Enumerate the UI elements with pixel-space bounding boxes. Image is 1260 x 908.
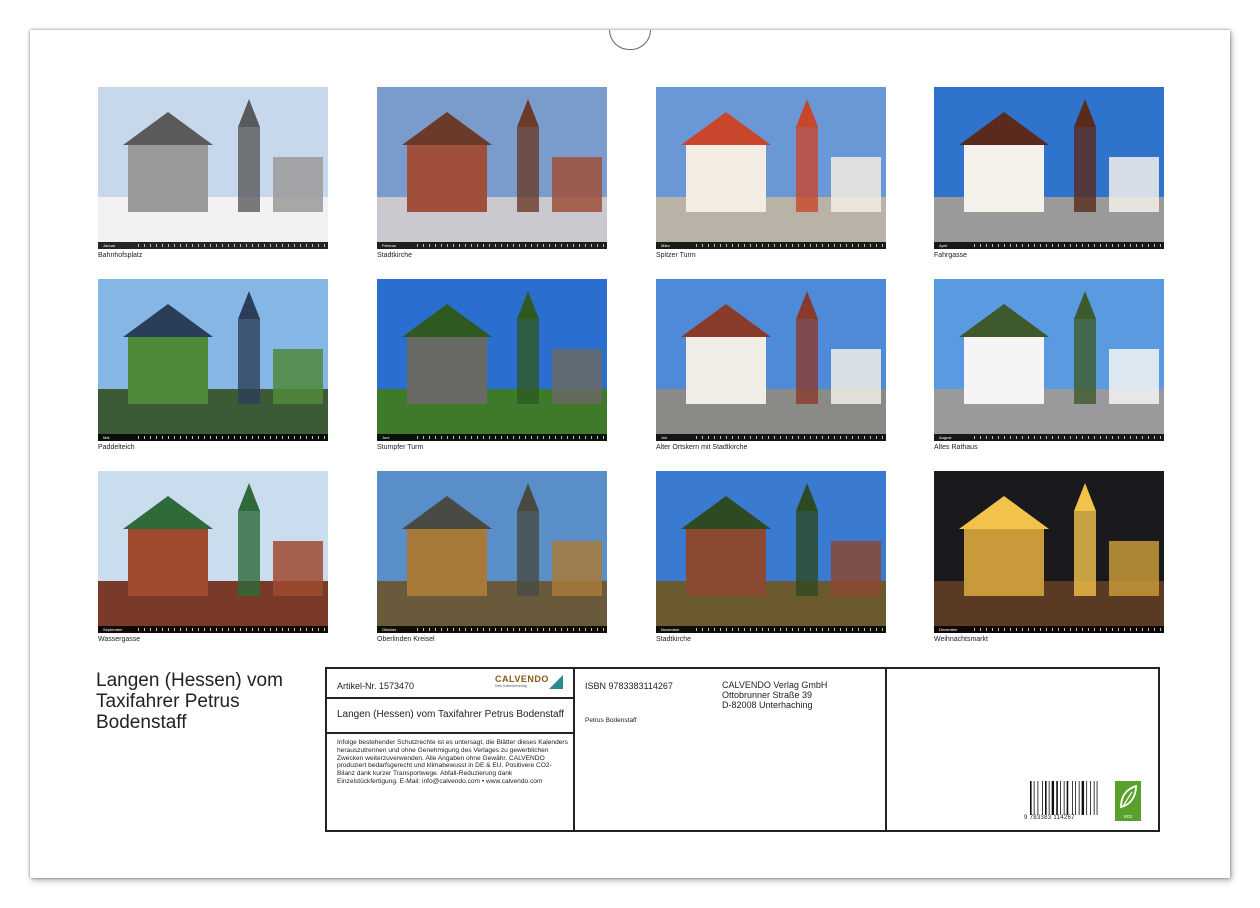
month-label: September	[103, 627, 123, 632]
month-tile: Februar Stadtkirche	[377, 87, 607, 259]
day-grid	[974, 628, 1161, 631]
month-label: Januar	[103, 243, 116, 248]
day-grid	[417, 244, 604, 247]
month-tile: Juli Alter Ortskern mit Stadtkirche	[656, 279, 886, 451]
day-grid	[974, 244, 1161, 247]
month-tile: Mai Paddelteich	[98, 279, 328, 451]
photo-caption: Oberlinden Kreisel	[377, 636, 435, 643]
month-calendar-strip: Mai	[98, 434, 328, 441]
month-calendar-strip: November	[656, 626, 886, 633]
month-calendar-strip: März	[656, 242, 886, 249]
cover-title: Langen (Hessen) vom Taxifahrer Petrus Bo…	[96, 670, 283, 733]
month-label: Mai	[103, 435, 110, 440]
day-grid	[138, 628, 325, 631]
photo-caption: Stumpfer Turm	[377, 444, 424, 451]
month-photo: August	[934, 279, 1164, 441]
month-calendar-strip: April	[934, 242, 1164, 249]
article-row: Artikel-Nr. 1573470 CALVENDO Dein Kalend…	[327, 669, 573, 699]
binding-rings	[0, 0, 1260, 43]
divider	[327, 732, 573, 734]
publisher-address: CALVENDO Verlag GmbH Ottobrunner Straße …	[722, 680, 827, 710]
month-tile: Dezember Weihnachtsmarkt	[934, 471, 1164, 643]
day-grid	[417, 628, 604, 631]
month-calendar-strip: Juli	[656, 434, 886, 441]
month-photo: Juni	[377, 279, 607, 441]
logo-triangle-icon	[549, 675, 563, 689]
eco-label: eco	[1123, 814, 1133, 820]
month-photo: Dezember	[934, 471, 1164, 633]
month-calendar-strip: August	[934, 434, 1164, 441]
month-photo: Oktober	[377, 471, 607, 633]
month-tile: Januar Bahnhofsplatz	[98, 87, 328, 259]
month-photo: März	[656, 87, 886, 249]
barcode-number: 9 783383 114267	[1024, 815, 1075, 821]
month-label: Dezember	[939, 627, 958, 632]
month-tile: April Fahrgasse	[934, 87, 1164, 259]
month-calendar-strip: Februar	[377, 242, 607, 249]
day-grid	[138, 244, 325, 247]
month-photo: September	[98, 471, 328, 633]
month-photo: Januar	[98, 87, 328, 249]
month-label: Juli	[661, 435, 668, 440]
publisher-street: Ottobrunner Straße 39	[722, 690, 813, 700]
month-tile: Juni Stumpfer Turm	[377, 279, 607, 451]
month-tile: März Spitzer Turm	[656, 87, 886, 259]
author-name: Petrus Bodenstaff	[585, 717, 637, 724]
month-label: März	[661, 243, 670, 248]
month-calendar-strip: September	[98, 626, 328, 633]
photo-caption: Weihnachtsmarkt	[934, 636, 988, 643]
photo-caption: Spitzer Turm	[656, 252, 696, 259]
photo-caption: Paddelteich	[98, 444, 135, 451]
publisher-name: CALVENDO Verlag GmbH	[722, 680, 828, 690]
month-photo: Februar	[377, 87, 607, 249]
month-label: August	[939, 435, 952, 440]
photo-caption: Altes Rathaus	[934, 444, 978, 451]
isbn: ISBN 9783383114267	[585, 681, 673, 691]
info-column-middle: ISBN 9783383114267 CALVENDO Verlag GmbH …	[575, 669, 887, 830]
month-tile: Oktober Oberlinden Kreisel	[377, 471, 607, 643]
photo-caption: Bahnhofsplatz	[98, 252, 143, 259]
month-calendar-strip: Dezember	[934, 626, 1164, 633]
month-label: April	[939, 243, 948, 248]
day-grid	[696, 628, 883, 631]
eco-leaf-icon: eco	[1115, 781, 1141, 821]
photo-caption: Alter Ortskern mit Stadtkirche	[656, 444, 748, 451]
day-grid	[696, 436, 883, 439]
month-tile: November Stadtkirche	[656, 471, 886, 643]
month-photo: Juli	[656, 279, 886, 441]
day-grid	[138, 436, 325, 439]
day-grid	[417, 436, 604, 439]
month-photo: April	[934, 87, 1164, 249]
legal-notice: Infolge bestehender Schutzrechte ist es …	[337, 739, 568, 785]
month-label: November	[661, 627, 680, 632]
photo-caption: Wassergasse	[98, 636, 141, 643]
month-calendar-strip: Oktober	[377, 626, 607, 633]
article-number: Artikel-Nr. 1573470	[337, 681, 415, 691]
photo-caption: Stadtkirche	[656, 636, 692, 643]
month-calendar-strip: Juni	[377, 434, 607, 441]
month-label: Oktober	[382, 627, 397, 632]
calendar-title: Langen (Hessen) vom Taxifahrer Petrus Bo…	[337, 709, 564, 720]
photo-caption: Fahrgasse	[934, 252, 968, 259]
day-grid	[974, 436, 1161, 439]
info-column-left: Artikel-Nr. 1573470 CALVENDO Dein Kalend…	[327, 669, 575, 830]
month-calendar-strip: Januar	[98, 242, 328, 249]
barcode-icon	[1030, 781, 1098, 815]
month-tile: August Altes Rathaus	[934, 279, 1164, 451]
month-label: Februar	[382, 243, 397, 248]
publisher-city: D-82008 Unterhaching	[722, 700, 813, 710]
calvendo-logo: CALVENDO Dein Kalenderverlag	[495, 674, 563, 692]
month-photo: Mai	[98, 279, 328, 441]
photo-caption: Stadtkirche	[377, 252, 413, 259]
month-label: Juni	[382, 435, 390, 440]
day-grid	[696, 244, 883, 247]
month-tile: September Wassergasse	[98, 471, 328, 643]
month-photo: November	[656, 471, 886, 633]
